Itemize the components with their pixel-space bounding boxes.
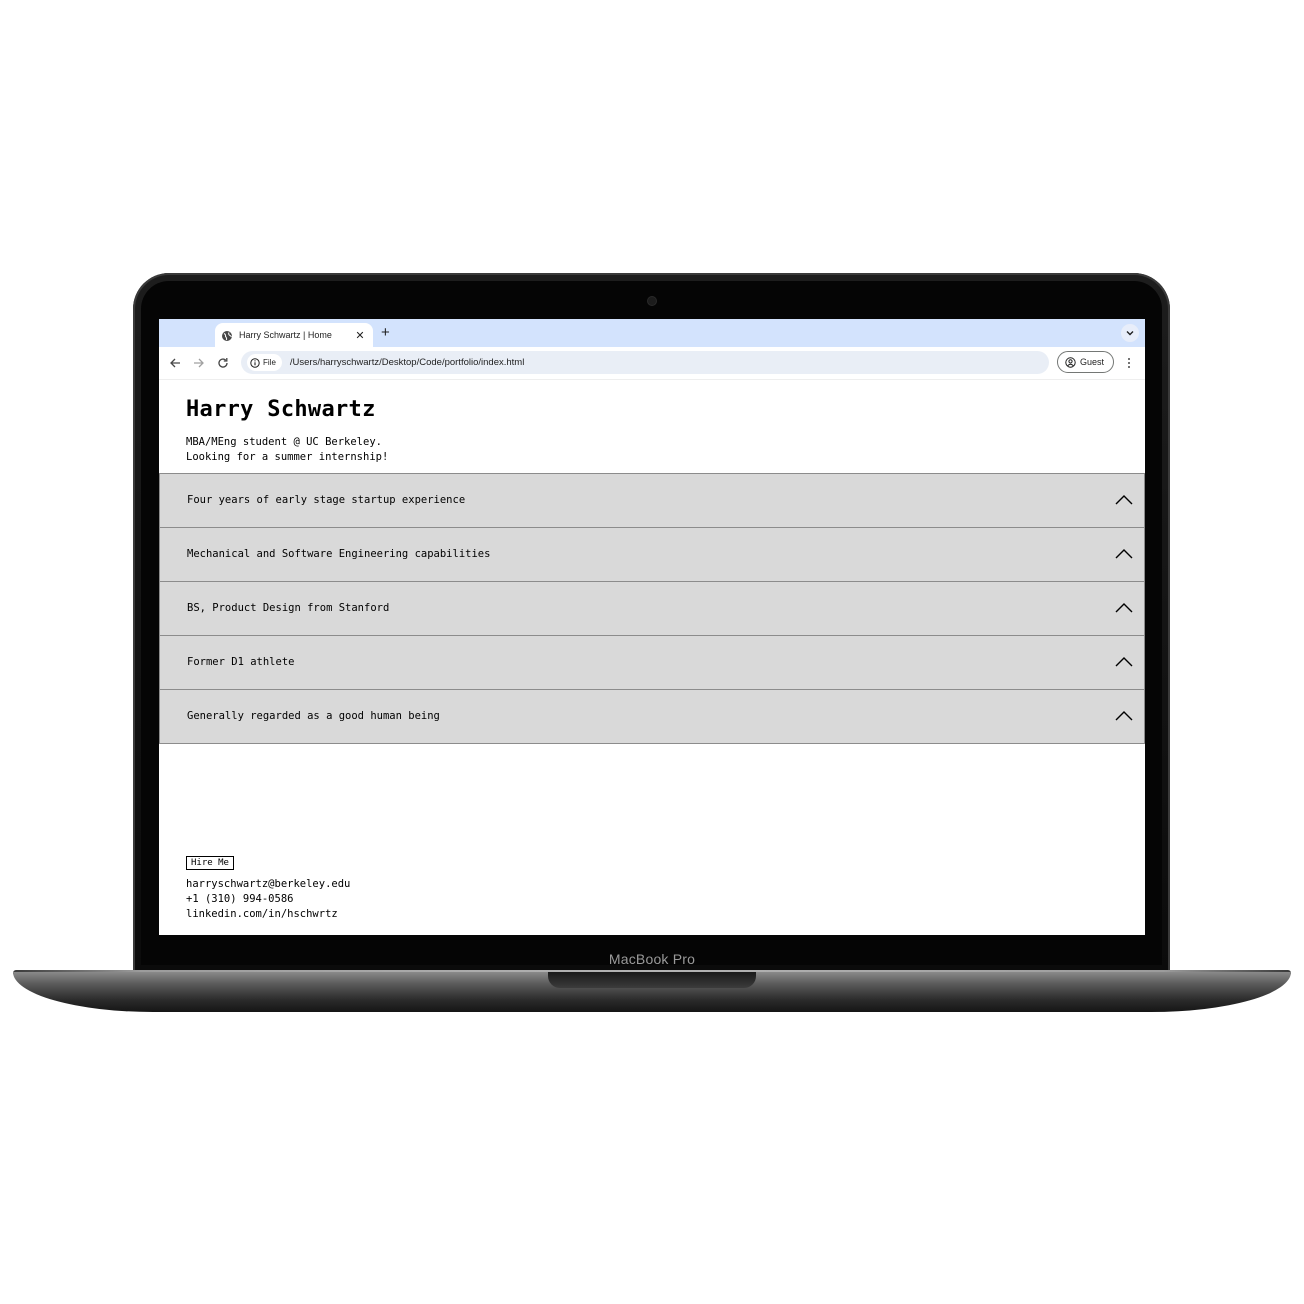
arrow-right-icon (194, 358, 204, 368)
tagline: MBA/MEng student @ UC Berkeley. Looking … (186, 435, 388, 465)
laptop-notch (548, 972, 756, 988)
contact-email[interactable]: harryschwartz@berkeley.edu (186, 877, 350, 892)
reload-button[interactable] (215, 355, 231, 371)
close-tab-icon[interactable]: ✕ (353, 329, 367, 342)
accordion-item[interactable]: BS, Product Design from Stanford (159, 581, 1145, 635)
url-text: /Users/harryschwartz/Desktop/Code/portfo… (289, 357, 525, 368)
contact-phone[interactable]: +1 (310) 994-0586 (186, 892, 350, 907)
reload-icon (218, 358, 228, 368)
tab-title: Harry Schwartz | Home (239, 330, 332, 340)
chevron-down-icon (1126, 331, 1134, 336)
chevron-up-icon (1115, 711, 1133, 721)
profile-button[interactable]: Guest (1057, 351, 1114, 373)
globe-icon (221, 329, 233, 341)
chevron-up-icon (1115, 603, 1133, 613)
hire-me-button[interactable]: Hire Me (186, 856, 234, 870)
new-tab-button[interactable]: + (381, 324, 390, 341)
back-button[interactable] (167, 355, 183, 371)
tagline-line: MBA/MEng student @ UC Berkeley. (186, 436, 382, 448)
page-content: Harry Schwartz MBA/MEng student @ UC Ber… (159, 380, 1145, 935)
accordion-item-label: Generally regarded as a good human being (187, 710, 440, 722)
address-bar[interactable]: File /Users/harryschwartz/Desktop/Code/p… (241, 351, 1049, 374)
profile-label: Guest (1080, 357, 1105, 367)
accordion-item-label: Four years of early stage startup experi… (187, 494, 466, 506)
accordion-item-label: BS, Product Design from Stanford (187, 602, 390, 614)
browser-toolbar: File /Users/harryschwartz/Desktop/Code/p… (159, 347, 1145, 380)
accordion: Four years of early stage startup experi… (159, 473, 1145, 744)
arrow-left-icon (170, 358, 180, 368)
tab-search-button[interactable] (1121, 324, 1139, 342)
chevron-up-icon (1115, 495, 1133, 505)
accordion-item[interactable]: Mechanical and Software Engineering capa… (159, 527, 1145, 581)
accordion-item-label: Former D1 athlete (187, 656, 295, 668)
chevron-up-icon (1115, 549, 1133, 559)
device-label: MacBook Pro (608, 951, 696, 967)
tab-bar: Harry Schwartz | Home ✕ + (159, 319, 1145, 347)
browser-menu-button[interactable] (1121, 355, 1137, 371)
browser-window: Harry Schwartz | Home ✕ + File /Users/ha… (159, 319, 1145, 935)
forward-button[interactable] (191, 355, 207, 371)
accordion-item[interactable]: Generally regarded as a good human being (159, 689, 1145, 744)
more-vertical-icon (1128, 358, 1130, 368)
info-icon (250, 357, 260, 368)
webcam (648, 297, 656, 305)
page-title: Harry Schwartz (186, 397, 376, 422)
browser-tab[interactable]: Harry Schwartz | Home ✕ (215, 323, 373, 347)
accordion-item-label: Mechanical and Software Engineering capa… (187, 548, 491, 560)
accordion-item[interactable]: Former D1 athlete (159, 635, 1145, 689)
site-chip-label: File (263, 358, 276, 367)
chevron-up-icon (1115, 657, 1133, 667)
profile-icon (1065, 356, 1076, 368)
site-info-chip[interactable]: File (247, 354, 282, 371)
tagline-line: Looking for a summer internship! (186, 451, 389, 463)
accordion-item[interactable]: Four years of early stage startup experi… (159, 473, 1145, 527)
contact-info: harryschwartz@berkeley.edu +1 (310) 994-… (186, 877, 350, 922)
contact-linkedin[interactable]: linkedin.com/in/hschwrtz (186, 907, 350, 922)
